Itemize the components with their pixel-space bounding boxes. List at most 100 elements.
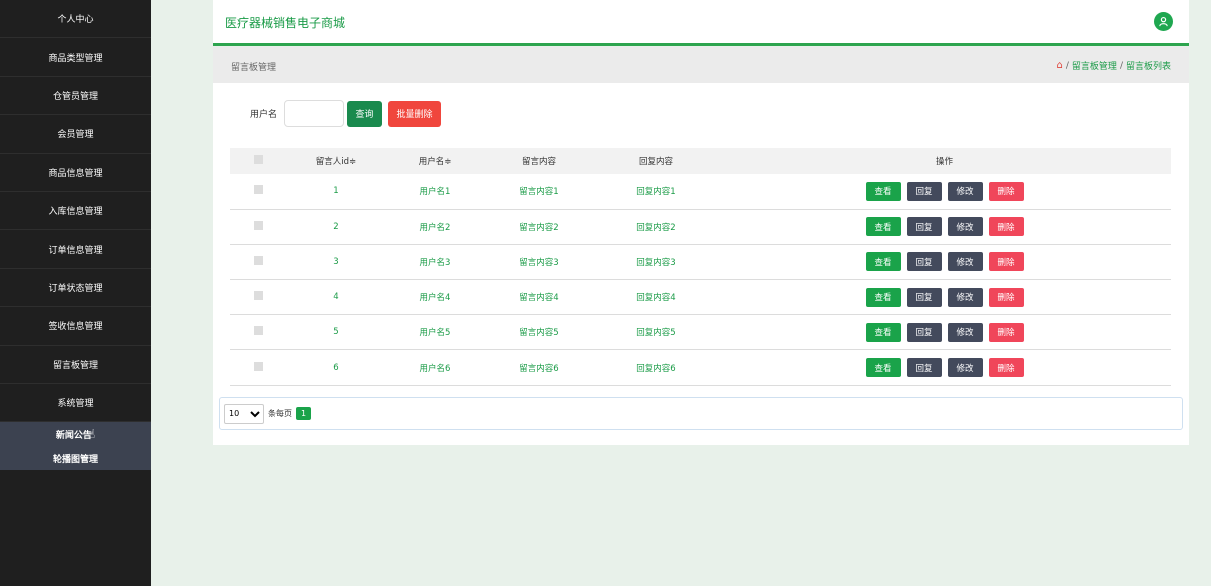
page-size-label: 条每页 [268, 409, 292, 418]
row-checkbox[interactable] [253, 255, 263, 265]
search-row: 用户名 查询 批量删除 [250, 100, 442, 127]
row-actions: 查看 回复 修改 删除 [718, 358, 1171, 378]
edit-button[interactable]: 修改 [947, 217, 983, 237]
sidebar-item-members[interactable]: 会员管理 [0, 115, 151, 154]
user-glyph-icon [1159, 16, 1168, 27]
batch-delete-button[interactable]: 批量删除 [388, 100, 442, 127]
table-row: 1 用户名1 留言内容1 回复内容1 查看 回复 修改 删除 [230, 174, 1171, 210]
edit-button[interactable]: 修改 [947, 358, 983, 378]
sidebar-item-order-status[interactable]: 订单状态管理 [0, 269, 151, 308]
row-checkbox[interactable] [253, 291, 263, 301]
delete-button[interactable]: 删除 [988, 358, 1024, 378]
sidebar-item-order-info[interactable]: 订单信息管理 [0, 230, 151, 269]
sidebar-item-message-board[interactable]: 留言板管理 [0, 346, 151, 384]
table-row: 3 用户名3 留言内容3 回复内容3 查看 回复 修改 删除 [230, 244, 1171, 280]
sender-id-cell: 6 [333, 362, 339, 373]
sidebar-item-label: 商品类型管理 [48, 53, 103, 64]
delete-button[interactable]: 删除 [988, 181, 1024, 201]
sender-id-cell: 2 [333, 221, 339, 232]
message-cell: 留言内容6 [519, 363, 559, 374]
reply-button[interactable]: 回复 [906, 217, 942, 237]
row-select-cell [230, 280, 286, 315]
delete-button[interactable]: 删除 [988, 252, 1024, 272]
sidebar-item-product-info[interactable]: 商品信息管理 [0, 154, 151, 192]
header-sender-id[interactable]: 留言人id≑ [286, 148, 386, 174]
sidebar-item-label: 商品信息管理 [48, 168, 103, 179]
view-button[interactable]: 查看 [865, 358, 901, 378]
edit-button[interactable]: 修改 [947, 322, 983, 342]
actions-cell: 查看 回复 修改 删除 [718, 209, 1171, 244]
reply-button[interactable]: 回复 [906, 252, 942, 272]
sidebar-item-label: 入库信息管理 [48, 207, 103, 218]
row-checkbox[interactable] [253, 220, 263, 230]
username-cell: 用户名4 [419, 293, 451, 304]
sidebar-item-personal-center[interactable]: 个人中心 [0, 0, 151, 39]
view-button[interactable]: 查看 [865, 217, 901, 237]
message-table: 留言人id≑ 用户名≑ 留言内容 回复内容 操作 1 用户名1 留言内容1 回复… [230, 148, 1171, 386]
message-cell: 留言内容5 [519, 328, 559, 339]
delete-button[interactable]: 删除 [988, 217, 1024, 237]
reply-button[interactable]: 回复 [906, 181, 942, 201]
sidebar-item-label: 留言板管理 [52, 360, 98, 371]
sidebar-item-warehouse-keeper[interactable]: 仓管员管理 [0, 77, 151, 116]
actions-cell: 查看 回复 修改 删除 [718, 174, 1171, 209]
view-button[interactable]: 查看 [865, 252, 901, 272]
row-actions: 查看 回复 修改 删除 [718, 322, 1171, 342]
header-username[interactable]: 用户名≑ [386, 148, 484, 174]
actions-cell: 查看 回复 修改 删除 [718, 350, 1171, 385]
message-cell: 留言内容1 [519, 187, 559, 198]
hand-cursor-icon: ☝ [87, 427, 96, 442]
query-button[interactable]: 查询 [347, 100, 383, 127]
sender-id-cell: 1 [333, 186, 339, 197]
page-size-select[interactable]: 10 [224, 403, 264, 424]
sidebar-item-system[interactable]: 系统管理 [0, 384, 151, 423]
delete-button[interactable]: 删除 [988, 322, 1024, 342]
select-all-cell [230, 148, 286, 174]
view-button[interactable]: 查看 [865, 287, 901, 307]
breadcrumb-bar: 留言板管理 ⌂ / 留言板管理 / 留言板列表 [213, 47, 1189, 83]
sidebar-item-product-type[interactable]: 商品类型管理 [0, 38, 151, 77]
sidebar-subitem-news[interactable]: 新闻公告 ☝ [0, 422, 151, 447]
sidebar-item-label: 订单信息管理 [48, 245, 103, 256]
row-actions: 查看 回复 修改 删除 [718, 287, 1171, 307]
edit-button[interactable]: 修改 [947, 181, 983, 201]
reply-button[interactable]: 回复 [906, 287, 942, 307]
row-select-cell [230, 174, 286, 209]
reply-button[interactable]: 回复 [906, 358, 942, 378]
page-number-button[interactable]: 1 [296, 407, 311, 420]
user-icon[interactable] [1154, 12, 1173, 31]
reply-cell: 回复内容6 [636, 363, 676, 374]
row-checkbox[interactable] [253, 185, 263, 195]
main-content: 用户名 查询 批量删除 留言人id≑ 用户名≑ 留言内容 回复内容 操作 1 用… [213, 83, 1189, 445]
sidebar-subitem-carousel[interactable]: 轮播图管理 [0, 446, 151, 471]
select-all-checkbox[interactable] [253, 155, 263, 164]
username-cell: 用户名1 [419, 187, 451, 198]
username-cell: 用户名2 [419, 222, 451, 233]
row-checkbox[interactable] [253, 361, 263, 371]
username-cell: 用户名6 [419, 363, 451, 374]
view-button[interactable]: 查看 [865, 322, 901, 342]
sidebar-subitem-label: 新闻公告 [55, 430, 92, 441]
reply-cell: 回复内容4 [636, 293, 676, 304]
breadcrumb-link-message-board[interactable]: 留言板管理 [1072, 59, 1117, 72]
delete-button[interactable]: 删除 [988, 287, 1024, 307]
sidebar-item-stock-in[interactable]: 入库信息管理 [0, 192, 151, 231]
table-row: 4 用户名4 留言内容4 回复内容4 查看 回复 修改 删除 [230, 280, 1171, 315]
reply-cell: 回复内容2 [636, 222, 676, 233]
sender-id-cell: 5 [333, 327, 339, 338]
breadcrumb-link-message-list[interactable]: 留言板列表 [1126, 59, 1171, 72]
row-checkbox[interactable] [253, 326, 263, 336]
home-icon[interactable]: ⌂ [1057, 60, 1063, 71]
row-select-cell [230, 209, 286, 244]
message-cell: 留言内容3 [519, 257, 559, 268]
reply-button[interactable]: 回复 [906, 322, 942, 342]
sidebar-item-receipt-info[interactable]: 签收信息管理 [0, 307, 151, 346]
table-row: 2 用户名2 留言内容2 回复内容2 查看 回复 修改 删除 [230, 209, 1171, 245]
username-search-input[interactable] [284, 100, 345, 127]
username-cell: 用户名3 [419, 257, 451, 268]
row-select-cell [230, 315, 286, 350]
header-reply: 回复内容 [638, 157, 673, 167]
view-button[interactable]: 查看 [865, 181, 901, 201]
edit-button[interactable]: 修改 [947, 252, 983, 272]
edit-button[interactable]: 修改 [947, 287, 983, 307]
